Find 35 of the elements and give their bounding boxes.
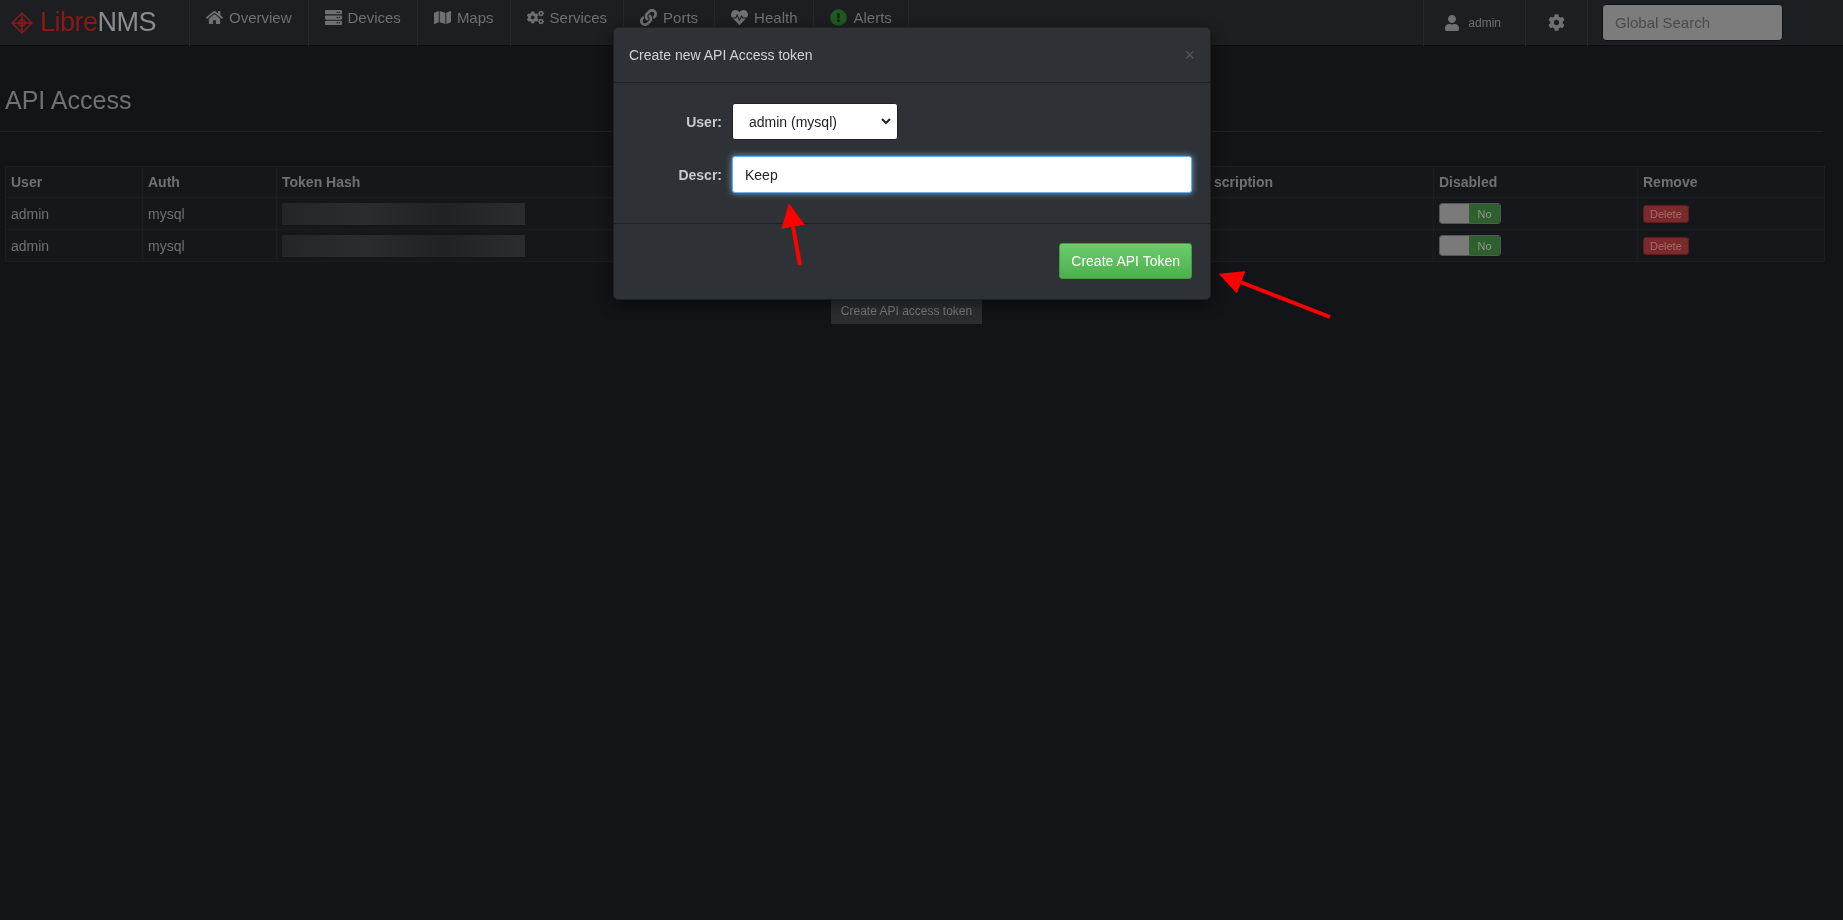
gears-icon xyxy=(526,8,544,26)
table-cell: admin xyxy=(5,197,143,230)
column-header: Auth xyxy=(142,166,277,198)
chevron-icon xyxy=(881,118,891,125)
toggle-switch[interactable]: No xyxy=(1439,203,1501,224)
logo-text[interactable]: LibreNMS xyxy=(40,7,157,38)
arrow-drawing xyxy=(781,203,805,266)
alert-icon xyxy=(830,8,848,26)
user-icon xyxy=(1444,14,1461,31)
column-header: User xyxy=(5,166,143,198)
create-api-token-button[interactable]: Create API Token xyxy=(1059,243,1192,279)
delete-button[interactable]: Delete xyxy=(1643,237,1689,255)
delete-button[interactable]: Delete xyxy=(1643,205,1689,223)
field-label: Descr: xyxy=(677,166,722,183)
table-cell: mysql xyxy=(142,229,277,262)
server-icon xyxy=(324,8,342,26)
heartbeat-icon xyxy=(731,8,749,26)
column-header: Disabled xyxy=(1433,166,1638,198)
user-select[interactable]: admin (mysql) xyxy=(732,103,898,140)
nav-item[interactable]: Devices xyxy=(308,0,418,46)
link-icon xyxy=(640,8,658,26)
user-menu[interactable]: admin xyxy=(1423,0,1526,46)
home-icon xyxy=(206,8,223,26)
toggle-switch[interactable]: No xyxy=(1439,235,1501,256)
input-field[interactable]: Keep xyxy=(732,156,1192,193)
field-label: User: xyxy=(685,113,722,130)
settings-icon xyxy=(1548,14,1565,31)
column-header: Remove xyxy=(1637,166,1825,198)
table-cell: admin xyxy=(5,229,143,262)
table-cell: mysql xyxy=(142,197,277,230)
map-icon xyxy=(433,8,451,26)
close-button[interactable]: × xyxy=(1184,44,1195,66)
nav-item[interactable]: Overview xyxy=(190,0,309,46)
modal-title: Create new API Access token xyxy=(629,47,813,63)
nav-item[interactable]: Maps xyxy=(417,0,511,46)
